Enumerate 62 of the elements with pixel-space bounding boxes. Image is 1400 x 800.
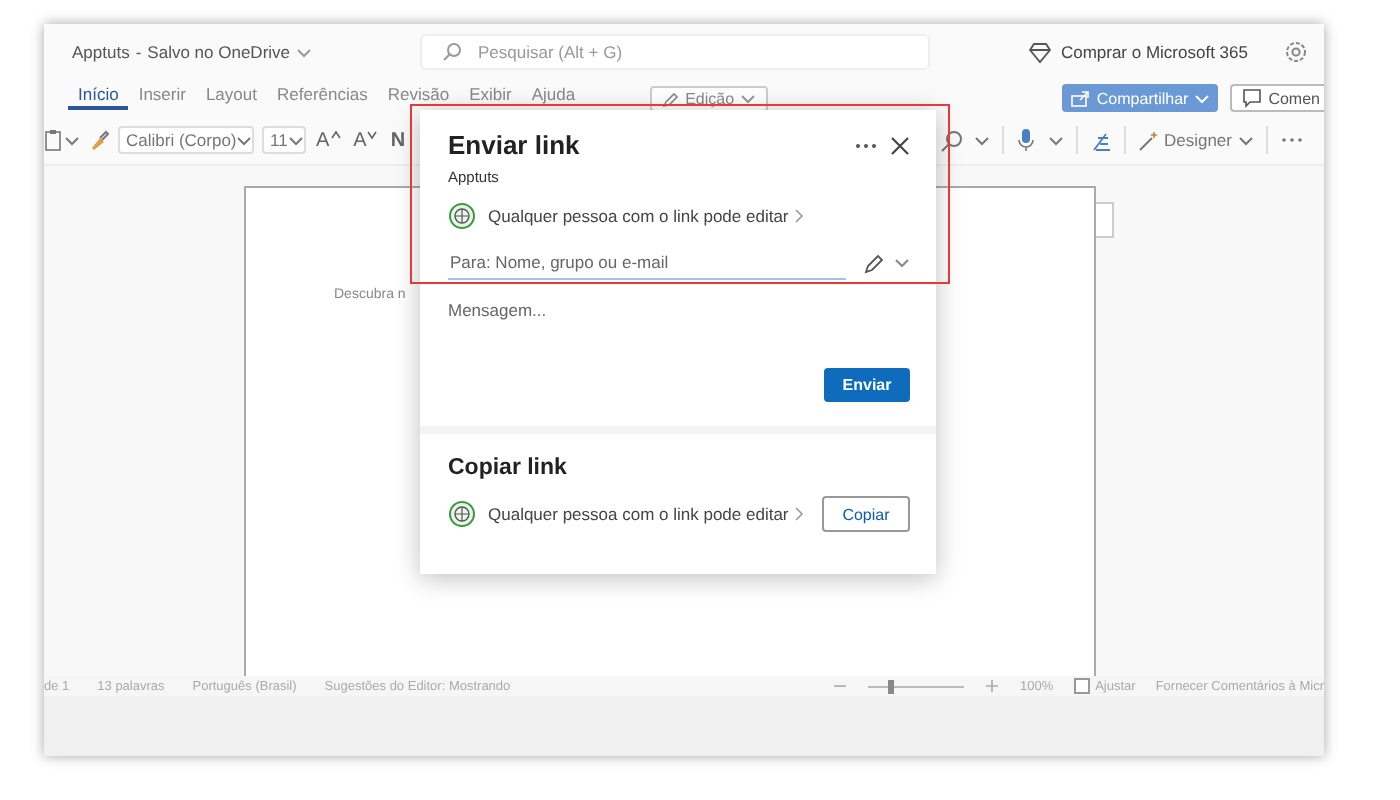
pencil-icon — [661, 89, 680, 107]
clipboard-icon[interactable] — [44, 128, 62, 152]
search-input[interactable]: Pesquisar (Alt + G) — [474, 40, 882, 64]
ribbon-tab[interactable]: Referências — [266, 82, 378, 110]
buy-link[interactable]: Comprar o Microsoft 365 — [1028, 41, 1248, 63]
chevron-down-icon — [740, 91, 757, 105]
globe-icon — [448, 202, 476, 230]
comments-button[interactable]: Comen — [1230, 84, 1324, 112]
globe-icon — [448, 500, 476, 528]
close-icon[interactable] — [890, 135, 910, 155]
ribbon-tab[interactable]: Exibir — [459, 82, 522, 110]
format-painter-icon[interactable] — [88, 129, 110, 151]
chevron-down-icon — [287, 133, 304, 147]
copy-button[interactable]: Copiar — [822, 496, 910, 532]
send-button[interactable]: Enviar — [824, 368, 910, 402]
ribbon-tab[interactable]: Layout — [195, 82, 267, 110]
share-icon — [1070, 88, 1091, 108]
editor-icon[interactable] — [1089, 129, 1112, 151]
chevron-down-icon — [236, 133, 253, 147]
grow-font-button[interactable]: A — [314, 129, 344, 151]
fit-checkbox[interactable] — [1073, 678, 1090, 694]
title-separator: - — [135, 42, 142, 62]
caret-up-icon — [329, 129, 342, 139]
font-size-dropdown[interactable]: 11 — [262, 126, 306, 154]
settings-icon[interactable] — [1284, 40, 1308, 64]
share-button[interactable]: Compartilhar — [1062, 84, 1219, 112]
chevron-down-icon — [1194, 91, 1211, 105]
chevron-down-icon — [1238, 133, 1254, 147]
editing-mode-button[interactable]: Edição — [649, 85, 769, 111]
document-title: Apptuts — [72, 42, 130, 62]
search-icon[interactable] — [939, 129, 962, 151]
chevron-down-icon — [894, 256, 910, 270]
page-handle[interactable] — [1096, 202, 1114, 238]
bold-button[interactable]: N — [388, 129, 408, 151]
dialog-title: Enviar link — [448, 130, 580, 160]
chevron-down-icon — [296, 45, 313, 59]
ribbon-tab[interactable]: Revisão — [377, 82, 460, 110]
chevron-down-icon — [64, 133, 80, 147]
search-icon — [442, 42, 462, 62]
designer-button[interactable]: Designer — [1137, 129, 1254, 151]
save-status[interactable]: Salvo no OneDrive — [147, 42, 291, 62]
shrink-font-button[interactable]: A — [351, 129, 381, 151]
search-field[interactable]: Pesquisar (Alt + G) — [420, 34, 930, 70]
pencil-icon[interactable] — [862, 251, 886, 275]
ribbon-tab[interactable]: Inserir — [128, 82, 196, 110]
chevron-down-icon — [1047, 133, 1064, 147]
section-title: Copiar link — [448, 456, 569, 480]
microphone-icon[interactable] — [1015, 128, 1036, 152]
permission-link[interactable]: Qualquer pessoa com o link pode editar — [488, 206, 805, 226]
chevron-right-icon — [794, 208, 805, 224]
font-dropdown[interactable]: Calibri (Corpo) — [118, 126, 254, 154]
chevron-right-icon — [794, 506, 805, 522]
ribbon-tab[interactable]: Início — [68, 82, 129, 110]
more-icon[interactable] — [1280, 134, 1304, 146]
chevron-down-icon — [973, 133, 990, 147]
slider-thumb[interactable] — [887, 679, 894, 693]
diamond-icon — [1028, 41, 1053, 63]
ribbon-tab[interactable]: Ajuda — [521, 82, 586, 110]
wand-icon — [1137, 129, 1158, 151]
permission-link[interactable]: Qualquer pessoa com o link pode editar — [488, 504, 805, 524]
caret-down-icon — [366, 129, 379, 139]
comment-icon — [1242, 88, 1263, 108]
